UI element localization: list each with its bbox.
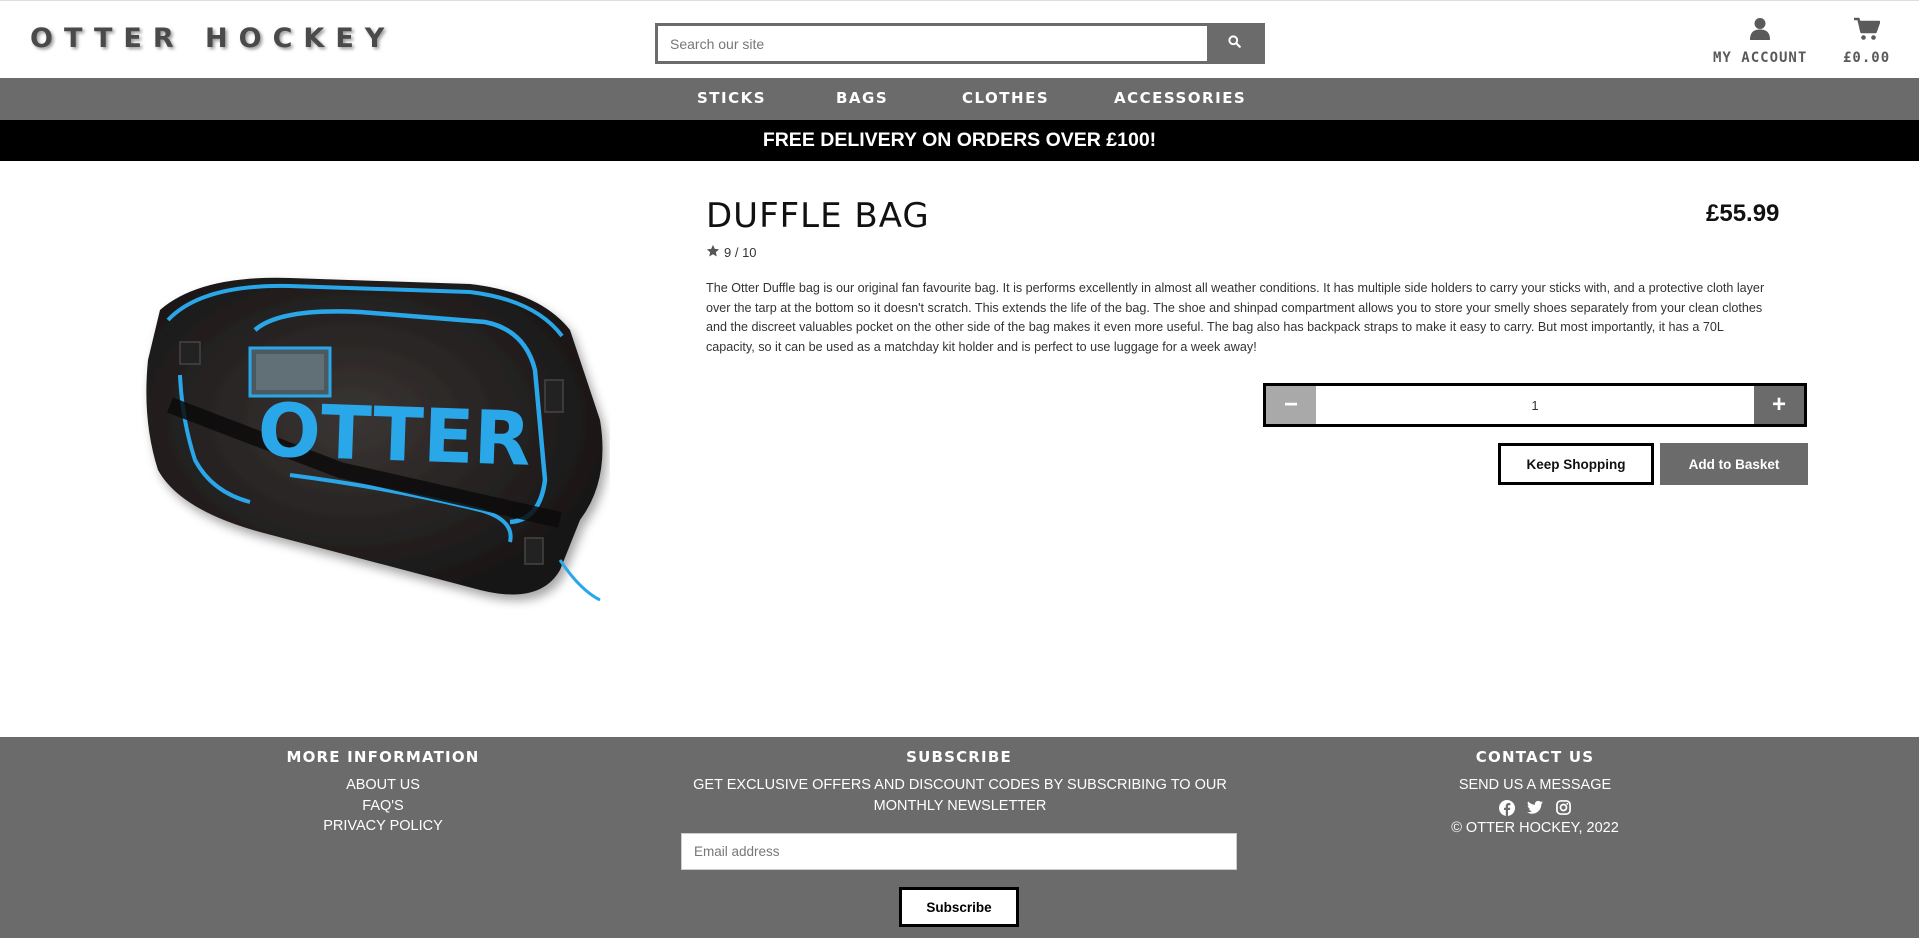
product-description: The Otter Duffle bag is our original fan… bbox=[706, 281, 1765, 354]
subscribe-heading: SUBSCRIBE bbox=[906, 748, 1012, 766]
facebook-icon[interactable] bbox=[1499, 799, 1515, 816]
privacy-policy-link[interactable]: PRIVACY POLICY bbox=[283, 816, 483, 837]
basket-total: £0.00 bbox=[1843, 50, 1891, 66]
site-footer: MORE INFORMATION ABOUT US FAQ'S PRIVACY … bbox=[0, 737, 1919, 938]
subscribe-button[interactable]: Subscribe bbox=[899, 887, 1019, 927]
my-account-label: MY ACCOUNT bbox=[1713, 50, 1808, 66]
quantity-stepper: − + bbox=[1263, 383, 1807, 427]
twitter-icon[interactable] bbox=[1527, 800, 1543, 816]
contact-section: SEND US A MESSAGE © OTTER HOCKEY, 2022 bbox=[1435, 775, 1635, 838]
nav-item-bags[interactable]: BAGS bbox=[836, 89, 888, 107]
contact-heading: CONTACT US bbox=[1475, 748, 1595, 766]
site-header: OTTER HOCKEY MY ACCOUNT £0.00 bbox=[0, 0, 1919, 78]
faqs-link[interactable]: FAQ'S bbox=[283, 796, 483, 817]
email-field[interactable] bbox=[681, 833, 1237, 870]
product-image: OTTER bbox=[140, 270, 610, 610]
site-logo[interactable]: OTTER HOCKEY bbox=[30, 23, 395, 54]
nav-item-accessories[interactable]: ACCESSORIES bbox=[1114, 89, 1246, 107]
my-account-link[interactable]: MY ACCOUNT bbox=[1713, 17, 1807, 66]
more-info-links: ABOUT US FAQ'S PRIVACY POLICY bbox=[283, 775, 483, 837]
social-links bbox=[1435, 799, 1635, 816]
main-nav: STICKS BAGS CLOTHES ACCESSORIES bbox=[0, 78, 1919, 120]
about-us-link[interactable]: ABOUT US bbox=[283, 775, 483, 796]
quantity-input[interactable] bbox=[1316, 386, 1754, 424]
search-icon bbox=[1228, 34, 1241, 53]
instagram-icon[interactable] bbox=[1555, 800, 1571, 816]
product-title: DUFFLE BAG bbox=[706, 196, 930, 236]
keep-shopping-button[interactable]: Keep Shopping bbox=[1498, 443, 1654, 485]
more-info-heading: MORE INFORMATION bbox=[286, 748, 480, 766]
star-icon bbox=[706, 244, 720, 261]
rating-value: 9 / 10 bbox=[724, 245, 757, 260]
send-message-link[interactable]: SEND US A MESSAGE bbox=[1435, 775, 1635, 796]
nav-item-clothes[interactable]: CLOTHES bbox=[962, 89, 1049, 107]
search-input[interactable] bbox=[658, 26, 1207, 61]
promo-banner: FREE DELIVERY ON ORDERS OVER £100! bbox=[0, 120, 1919, 161]
user-icon bbox=[1750, 17, 1771, 46]
increment-button[interactable]: + bbox=[1754, 386, 1804, 424]
copyright-text: © OTTER HOCKEY, 2022 bbox=[1451, 819, 1619, 836]
bag-logo-text: OTTER bbox=[256, 387, 532, 482]
cart-icon bbox=[1853, 17, 1880, 46]
search-form bbox=[655, 23, 1265, 64]
basket-link[interactable]: £0.00 bbox=[1843, 17, 1890, 66]
search-button[interactable] bbox=[1207, 26, 1262, 61]
product-price: £55.99 bbox=[1706, 200, 1780, 227]
add-to-basket-button[interactable]: Add to Basket bbox=[1660, 443, 1808, 485]
decrement-button[interactable]: − bbox=[1266, 386, 1316, 424]
subscribe-text: GET EXCLUSIVE OFFERS AND DISCOUNT CODES … bbox=[693, 777, 1227, 814]
product-rating: 9 / 10 bbox=[706, 244, 757, 261]
nav-item-sticks[interactable]: STICKS bbox=[697, 89, 766, 107]
